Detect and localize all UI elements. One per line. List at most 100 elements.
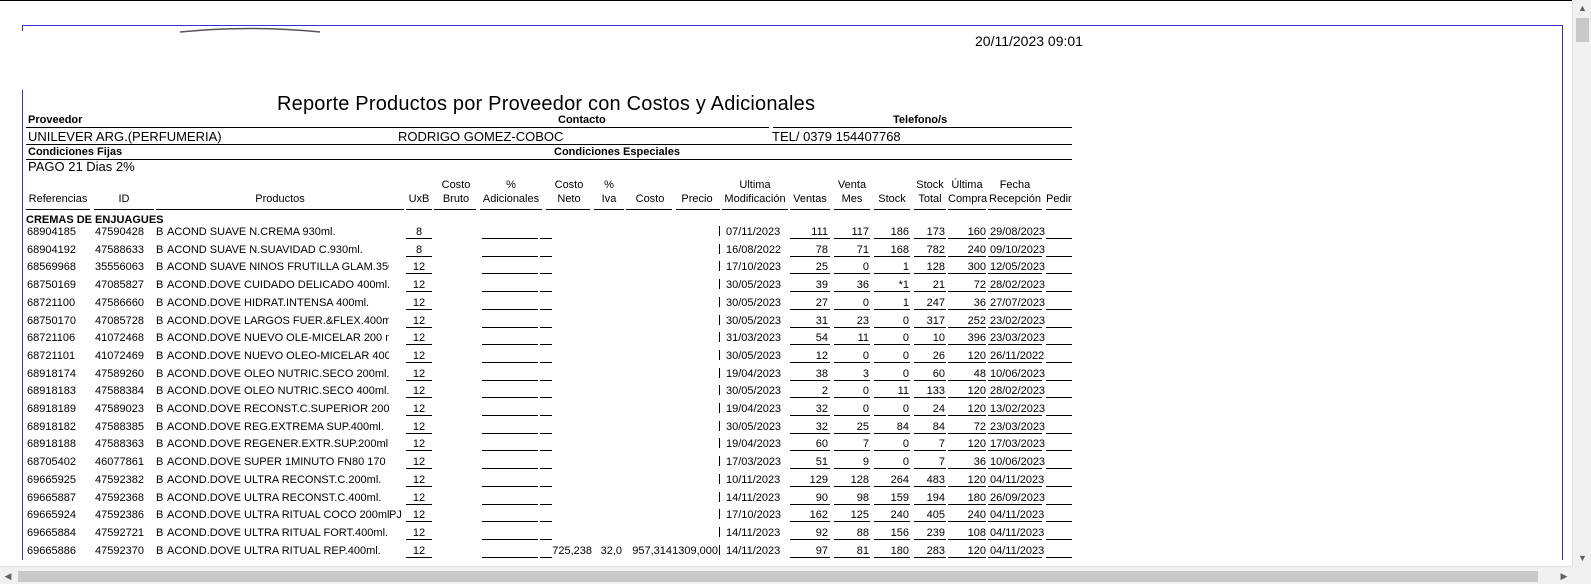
cell-underline: [482, 361, 538, 363]
cell-underline: [914, 344, 946, 346]
cell-underline: [834, 344, 870, 346]
cell-underline: [1046, 485, 1072, 487]
cell-underline: [834, 556, 870, 558]
cell-b-flag: B: [156, 332, 164, 345]
cell-venta-mes: 23: [856, 314, 869, 327]
cell-venta-mes: 71: [856, 243, 869, 256]
cell-stock-total: 317: [926, 314, 945, 327]
cell-ventas: 32: [815, 420, 828, 433]
cell-producto: ACOND.DOVE ULTRA RECONST.C.200ml.: [167, 473, 382, 486]
cell-b-flag: B: [156, 385, 164, 398]
cell-producto: ACOND.DOVE REG.EXTREMA SUP.400ml.: [167, 420, 384, 433]
cell-id: 47588363: [95, 438, 144, 451]
col-rule: [834, 209, 870, 210]
cell-underline: [874, 521, 910, 523]
cell-underline: [914, 255, 946, 257]
cell-underline: [790, 397, 830, 399]
cell-underline: [948, 415, 986, 416]
scroll-left-arrow-icon[interactable]: ◀: [0, 567, 16, 584]
col-rule: [988, 209, 1042, 210]
cell-id: 47085827: [95, 279, 144, 292]
cell-ultima-compra: 300: [967, 261, 986, 274]
cell-underline: [914, 379, 946, 381]
cell-stock-total: 7: [938, 438, 945, 451]
cell-venta-mes: 125: [850, 509, 869, 522]
cell-uxb: 12: [412, 473, 426, 486]
horizontal-scrollbar[interactable]: ◀ ▶: [0, 566, 1572, 584]
cell-fecha-recepcion: 23/03/2023: [990, 332, 1046, 345]
cell-stock: 1: [902, 261, 909, 274]
cell-ultima-compra: 180: [967, 491, 986, 504]
cell-underline: [914, 468, 946, 470]
col-rule: [722, 209, 788, 210]
cell-uxb: 12: [412, 420, 426, 433]
cell-underline: [790, 538, 830, 540]
cell-ultima-compra: 120: [967, 385, 986, 398]
cell-iva: 32,0: [600, 544, 622, 557]
cell-venta-mes: 9: [862, 456, 869, 469]
cell-precio-edge: [716, 385, 720, 396]
col-ventas: Ventas: [793, 193, 827, 205]
cell-ventas: 92: [815, 526, 828, 539]
col-rule: [434, 209, 476, 210]
cell-underline: [482, 308, 538, 310]
cell-stock-total: 483: [926, 473, 945, 486]
cell-uxb: 8: [415, 226, 423, 238]
horizontal-scroll-thumb[interactable]: [18, 571, 1538, 582]
cell-underline: [988, 397, 1042, 399]
col-rule: [546, 209, 590, 210]
table-row: 68918182 47588385 B ACOND.DOVE REG.EXTREMA …: [0, 419, 1100, 437]
cell-precio-edge: [716, 526, 720, 537]
cell-underline: [988, 432, 1042, 434]
cell-underline: [914, 503, 946, 505]
cell-uxb: 12: [412, 314, 426, 327]
cell-underline: [834, 397, 870, 399]
scroll-right-arrow-icon[interactable]: ▶: [1556, 567, 1572, 584]
scroll-up-arrow-icon[interactable]: ▲: [1573, 0, 1591, 16]
cell-b-flag: B: [156, 261, 164, 274]
telefono-value: TEL/ 0379 154407768: [772, 129, 901, 144]
cell-producto: ACOND.DOVE NUEVO OLEO-MICELAR 400 m: [167, 349, 389, 362]
cell-underline: [834, 308, 870, 310]
col-referencias: Referencias: [28, 193, 88, 205]
cell-id: 47592386: [95, 509, 144, 522]
cell-underline: [790, 326, 830, 328]
condiciones-fijas-label: Condiciones Fijas: [28, 146, 123, 158]
col-iva-2: Iva: [601, 193, 617, 205]
cell-ultima-compra: 120: [967, 473, 986, 486]
cell-underline: [914, 397, 946, 399]
cell-id: 47592370: [95, 544, 144, 557]
cell-b-flag: B: [156, 509, 164, 522]
cell-costo: 957,314: [632, 544, 672, 557]
cell-precio-edge: [716, 403, 720, 413]
cell-ultima-modificacion: 30/05/2023: [726, 349, 782, 362]
cell-b-flag: B: [156, 491, 164, 504]
cell-fecha-recepcion: 26/09/2023: [990, 491, 1046, 504]
vertical-scroll-thumb[interactable]: [1576, 18, 1589, 42]
condiciones-especiales-label: Condiciones Especiales: [554, 146, 680, 158]
cell-venta-mes: 128: [850, 473, 869, 486]
cell-venta-mes: 0: [862, 296, 869, 309]
cell-uxb: 12: [412, 403, 426, 415]
vertical-scrollbar[interactable]: ▲ ▼: [1572, 0, 1591, 566]
cell-referencia: 68721101: [27, 349, 76, 362]
table-row: 69665887 47592368 B ACOND.DOVE ULTRA RECONS…: [0, 490, 1100, 508]
cell-id: 47588385: [95, 420, 144, 433]
table-row: 68904185 47590428 B ACOND SUAVE N.CREMA 930…: [0, 224, 1100, 242]
cell-underline: [406, 503, 432, 505]
cell-underline: [406, 326, 432, 328]
cell-underline: [540, 361, 552, 363]
cell-underline: [790, 521, 830, 523]
scroll-down-arrow-icon[interactable]: ▼: [1573, 550, 1591, 566]
cell-stock: 168: [890, 243, 909, 256]
cell-b-flag: B: [156, 367, 164, 380]
cell-underline: [540, 556, 552, 558]
cell-underline: [406, 273, 432, 275]
cell-underline: [1046, 361, 1072, 363]
cell-referencia: 69665887: [27, 491, 76, 504]
col-uxb: UxB: [408, 193, 430, 205]
cell-underline: [988, 521, 1042, 523]
cell-underline: [914, 326, 946, 328]
cell-underline: [988, 273, 1042, 275]
cell-referencia: 68918182: [27, 420, 76, 433]
